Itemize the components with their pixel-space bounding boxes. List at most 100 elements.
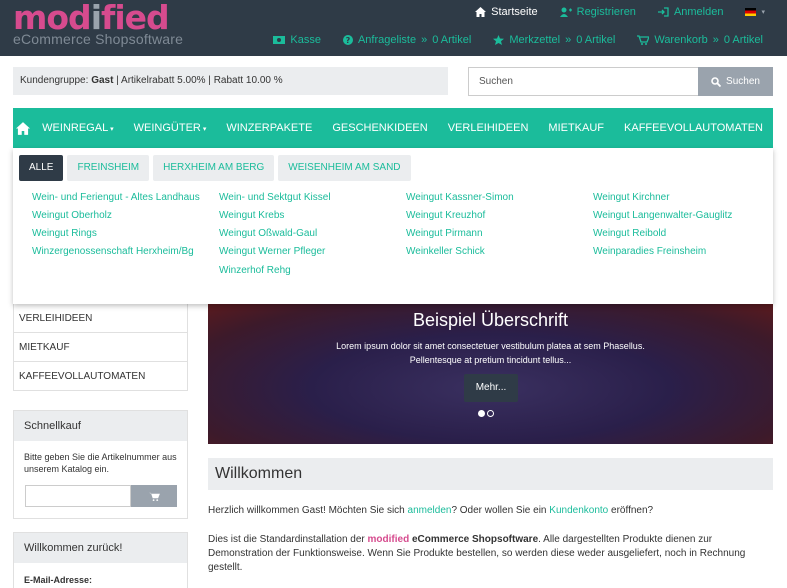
login-box-title: Willkommen zurück! bbox=[14, 533, 187, 563]
german-flag-icon bbox=[745, 8, 757, 16]
winery-link[interactable]: Weingut Werner Pfleger bbox=[219, 244, 406, 259]
tab-weisenheim[interactable]: WEISENHEIM AM SAND bbox=[278, 155, 411, 181]
winery-link[interactable]: Winzerhof Rehg bbox=[219, 265, 291, 276]
nav-item-winzerpakete[interactable]: WINZERPAKETE bbox=[216, 122, 322, 134]
winery-link[interactable]: Weingut Pirmann bbox=[406, 226, 593, 241]
quick-buy-button[interactable] bbox=[131, 485, 177, 507]
winery-link[interactable]: Weingut Kassner-Simon bbox=[406, 190, 593, 205]
home-link-label: Startseite bbox=[491, 6, 538, 18]
star-icon bbox=[493, 35, 505, 45]
winery-links: Wein- und Feriengut - Altes Landhaus Wei… bbox=[32, 190, 772, 259]
winery-link[interactable]: Weingut Rings bbox=[32, 226, 219, 241]
cart-link[interactable]: Warenkorb » 0 Artikel bbox=[637, 34, 763, 46]
inquiry-list-link[interactable]: ? Anfrageliste » 0 Artikel bbox=[342, 34, 472, 46]
slider-title: Beispiel Überschrift bbox=[412, 310, 569, 330]
search-input[interactable]: Suchen bbox=[468, 67, 698, 96]
region-tabs: ALLE FREINSHEIM HERXHEIM AM BERG WEISENH… bbox=[19, 155, 411, 181]
checkout-link[interactable]: Kasse bbox=[273, 34, 321, 46]
cart-label: Warenkorb bbox=[654, 34, 708, 46]
cart-icon bbox=[148, 492, 160, 501]
more-button[interactable]: Mehr... bbox=[464, 374, 518, 402]
sidebar-item-verleihideen[interactable]: VERLEIHIDEEN bbox=[13, 304, 188, 333]
article-number-input[interactable] bbox=[25, 485, 131, 507]
brand-suffix: eCommerce Shopsoftware bbox=[409, 534, 539, 545]
nav-item-weinregal[interactable]: WEINREGAL ▾ bbox=[32, 122, 123, 134]
customer-group-info: Kundengruppe: Gast | Artikelrabatt 5.00%… bbox=[13, 67, 448, 95]
sidebar-item-kaffeevollautomaten[interactable]: KAFFEEVOLLAUTOMATEN bbox=[13, 362, 188, 391]
hero-slider: Beispiel Überschrift Lorem ipsum dolor s… bbox=[208, 304, 773, 444]
slider-dot-2[interactable] bbox=[487, 410, 494, 417]
svg-text:?: ? bbox=[346, 36, 351, 45]
sidebar-categories: VERLEIHIDEEN MIETKAUF KAFFEEVOLLAUTOMATE… bbox=[13, 304, 188, 391]
discount: Rabatt 10.00 % bbox=[213, 75, 283, 86]
nav-label: WEINGÜTER bbox=[133, 122, 201, 134]
winery-link[interactable]: Weingut Krebs bbox=[219, 208, 406, 223]
register-link[interactable]: Registrieren bbox=[559, 6, 636, 18]
language-selector[interactable]: ▾ bbox=[745, 6, 765, 18]
account-text-link[interactable]: Kundenkonto bbox=[549, 505, 608, 516]
winery-link[interactable]: Weingut Kreuzhof bbox=[406, 208, 593, 223]
nav-item-verleihideen[interactable]: VERLEIHIDEEN bbox=[438, 122, 539, 134]
nav-item-kaffeevollautomaten[interactable]: KAFFEEVOLLAUTOMATEN bbox=[614, 122, 773, 134]
intro-text: Dies ist die Standardinstallation der mo… bbox=[208, 533, 773, 575]
login-box: Willkommen zurück! E-Mail-Adresse: bbox=[13, 532, 188, 588]
winery-link[interactable]: Weingut Kirchner bbox=[593, 190, 773, 205]
tab-herxheim[interactable]: HERXHEIM AM BERG bbox=[153, 155, 275, 181]
nav-item-weingueter[interactable]: WEINGÜTER ▾ bbox=[124, 122, 217, 134]
intro-text-part: Dies ist die Standardinstallation der bbox=[208, 534, 368, 545]
top-header: modified eCommerce Shopsoftware Startsei… bbox=[0, 0, 787, 56]
login-link[interactable]: Anmelden bbox=[657, 6, 724, 18]
slider-dots bbox=[478, 410, 494, 417]
winery-link[interactable]: Wein- und Sektgut Kissel bbox=[219, 190, 406, 205]
sidebar-item-mietkauf[interactable]: MIETKAUF bbox=[13, 333, 188, 362]
article-discount: Artikelrabatt 5.00% bbox=[121, 75, 206, 86]
slider-text: Lorem ipsum dolor sit amet consectetuer … bbox=[336, 341, 645, 365]
question-circle-icon: ? bbox=[342, 35, 353, 45]
customer-group-label: Kundengruppe: bbox=[20, 75, 89, 86]
inquiry-count: 0 Artikel bbox=[432, 34, 472, 46]
winery-link[interactable]: Wein- und Feriengut - Altes Landhaus bbox=[32, 190, 219, 205]
winery-link[interactable]: Weinparadies Freinsheim bbox=[593, 244, 773, 259]
customer-group-value: Gast bbox=[91, 75, 114, 86]
email-label: E-Mail-Adresse: bbox=[24, 575, 93, 585]
wishlist-sep: » bbox=[565, 34, 572, 46]
login-text-link[interactable]: anmelden bbox=[408, 505, 452, 516]
home-link[interactable]: Startseite bbox=[475, 6, 538, 18]
caret-down-icon: ▾ bbox=[200, 126, 207, 133]
search-button[interactable]: Suchen bbox=[698, 67, 773, 96]
winery-link[interactable]: Weingut Oberholz bbox=[32, 208, 219, 223]
add-user-icon bbox=[559, 7, 572, 17]
cart-count: 0 Artikel bbox=[723, 34, 763, 46]
slider-dot-1[interactable] bbox=[478, 410, 485, 417]
chevron-down-icon: ▾ bbox=[761, 9, 765, 16]
brand-name: modified bbox=[367, 534, 410, 545]
tab-alle[interactable]: ALLE bbox=[19, 155, 64, 181]
winery-link[interactable]: Weingut Reibold bbox=[593, 226, 773, 241]
winery-link[interactable]: Weingut Langenwalter-Gauglitz bbox=[593, 208, 773, 223]
home-icon bbox=[475, 7, 487, 17]
inquiry-list-label: Anfrageliste bbox=[357, 34, 417, 46]
sign-in-icon bbox=[657, 7, 669, 17]
nav-item-geschenkideen[interactable]: GESCHENKIDEEN bbox=[322, 122, 437, 134]
top-links: Startseite Registrieren Anmelden ▾ bbox=[475, 6, 765, 18]
welcome-text: Herzlich willkommen Gast! Möchten Sie si… bbox=[208, 504, 773, 518]
winery-link[interactable]: Winzergenossenschaft Herxheim/Bg bbox=[32, 244, 219, 259]
logo[interactable]: modified eCommerce Shopsoftware bbox=[13, 0, 183, 47]
wishlist-count: 0 Artikel bbox=[576, 34, 616, 46]
nav-item-mietkauf[interactable]: MIETKAUF bbox=[538, 122, 614, 134]
quick-buy-box: Schnellkauf Bitte geben Sie die Artikeln… bbox=[13, 410, 188, 519]
cart-links: Kasse ? Anfrageliste » 0 Artikel Merkzet… bbox=[273, 34, 763, 46]
login-link-label: Anmelden bbox=[673, 6, 724, 18]
wishlist-link[interactable]: Merkzettel » 0 Artikel bbox=[493, 34, 615, 46]
winery-link[interactable]: Weinkeller Schick bbox=[406, 244, 593, 259]
quick-buy-text: Bitte geben Sie die Artikelnummer aus un… bbox=[24, 452, 177, 474]
winery-link[interactable]: Weingut Oßwald-Gaul bbox=[219, 226, 406, 241]
inquiry-sep: » bbox=[421, 34, 428, 46]
register-link-label: Registrieren bbox=[576, 6, 636, 18]
tab-freinsheim[interactable]: FREINSHEIM bbox=[67, 155, 150, 181]
checkout-label: Kasse bbox=[290, 34, 321, 46]
nav-home[interactable] bbox=[13, 121, 32, 135]
cart-icon bbox=[637, 35, 650, 45]
search-icon bbox=[711, 76, 722, 87]
mega-menu-dropdown: ALLE FREINSHEIM HERXHEIM AM BERG WEISENH… bbox=[13, 148, 773, 304]
